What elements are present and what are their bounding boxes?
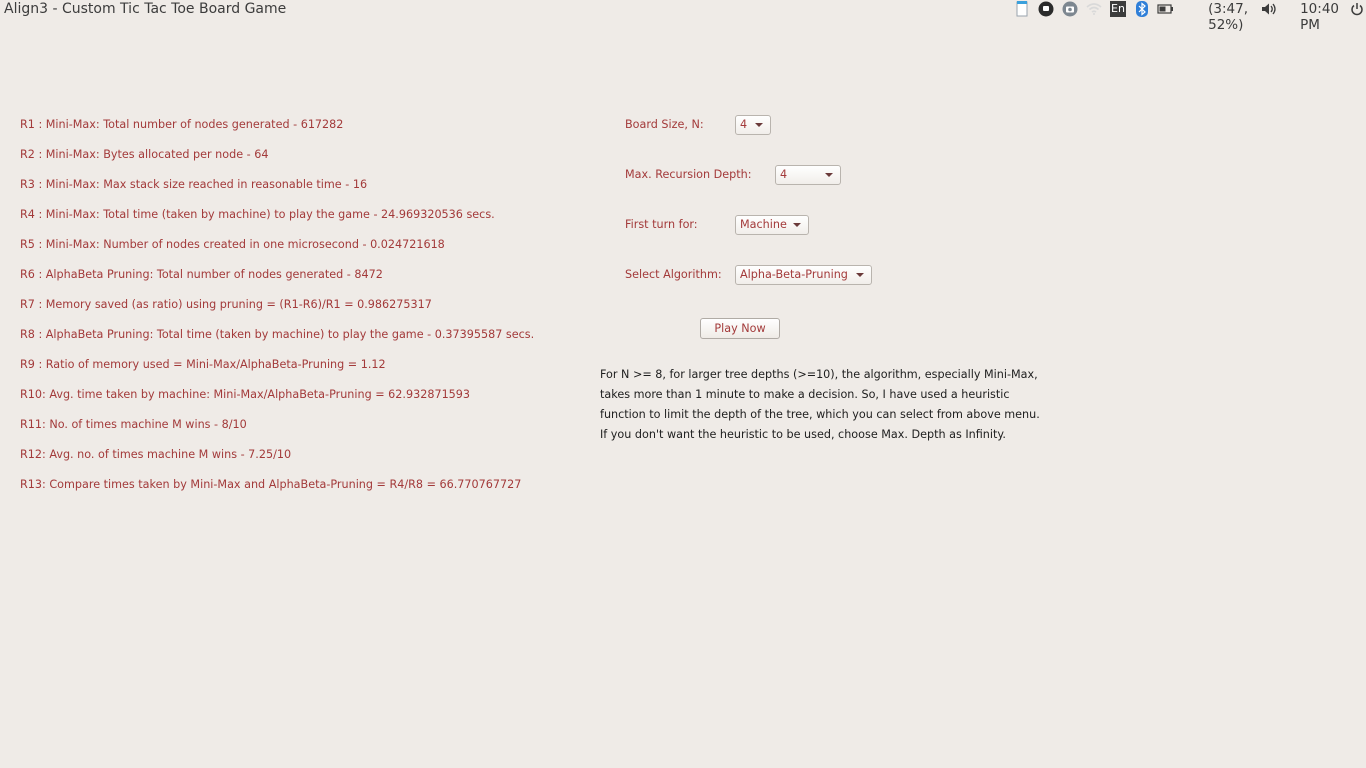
window-title: Align3 - Custom Tic Tac Toe Board Game <box>4 1 287 17</box>
result-r2: R2 : Mini-Max: Bytes allocated per node … <box>20 148 269 161</box>
chevron-down-icon <box>856 273 864 277</box>
camera-icon[interactable] <box>1062 1 1078 17</box>
clipboard-icon[interactable] <box>1015 0 1029 17</box>
result-r7: R7 : Memory saved (as ratio) using pruni… <box>20 298 432 311</box>
result-r8: R8 : AlphaBeta Pruning: Total time (take… <box>20 328 535 341</box>
keyboard-layout-icon[interactable]: En <box>1110 1 1126 17</box>
result-r12: R12: Avg. no. of times machine M wins - … <box>20 448 292 461</box>
power-icon[interactable] <box>1350 1 1364 17</box>
chevron-down-icon <box>793 223 801 227</box>
max-depth-value: 4 <box>780 168 788 181</box>
result-r13: R13: Compare times taken by Mini-Max and… <box>20 478 522 491</box>
first-turn-label: First turn for: <box>625 218 698 231</box>
result-r10: R10: Avg. time taken by machine: Mini-Ma… <box>20 388 471 401</box>
algorithm-label: Select Algorithm: <box>625 268 722 281</box>
first-turn-value: Machine <box>740 218 787 231</box>
bluetooth-icon[interactable] <box>1136 1 1148 17</box>
algorithm-select[interactable]: Alpha-Beta-Pruning <box>735 265 872 285</box>
board-size-value: 4 <box>740 118 748 131</box>
max-depth-select[interactable]: 4 <box>775 165 841 185</box>
note-line-3: function to limit the depth of the tree,… <box>600 408 1040 421</box>
first-turn-select[interactable]: Machine <box>735 215 809 235</box>
note-line-1: For N >= 8, for larger tree depths (>=10… <box>600 368 1038 381</box>
chevron-down-icon <box>755 123 763 127</box>
result-r3: R3 : Mini-Max: Max stack size reached in… <box>20 178 368 191</box>
result-r9: R9 : Ratio of memory used = Mini-Max/Alp… <box>20 358 386 371</box>
note-line-4: If you don't want the heuristic to be us… <box>600 428 1006 441</box>
clock[interactable]: 10:40 PM <box>1300 1 1339 33</box>
top-panel: Align3 - Custom Tic Tac Toe Board Game E… <box>0 0 1366 33</box>
note-line-2: takes more than 1 minute to make a decis… <box>600 388 1010 401</box>
algorithm-value: Alpha-Beta-Pruning <box>740 268 848 281</box>
chevron-down-icon <box>825 173 833 177</box>
app-indicator-icon[interactable] <box>1038 1 1054 17</box>
max-depth-label: Max. Recursion Depth: <box>625 168 752 181</box>
wifi-icon[interactable] <box>1086 1 1102 17</box>
result-r5: R5 : Mini-Max: Number of nodes created i… <box>20 238 445 251</box>
result-r6: R6 : AlphaBeta Pruning: Total number of … <box>20 268 383 281</box>
battery-icon[interactable] <box>1157 1 1175 17</box>
play-now-button[interactable]: Play Now <box>700 318 780 339</box>
board-size-label: Board Size, N: <box>625 118 704 131</box>
battery-status: (3:47, 52%) <box>1208 1 1248 33</box>
board-size-select[interactable]: 4 <box>735 115 771 135</box>
volume-icon[interactable] <box>1260 1 1278 17</box>
result-r11: R11: No. of times machine M wins - 8/10 <box>20 418 247 431</box>
result-r4: R4 : Mini-Max: Total time (taken by mach… <box>20 208 495 221</box>
result-r1: R1 : Mini-Max: Total number of nodes gen… <box>20 118 344 131</box>
